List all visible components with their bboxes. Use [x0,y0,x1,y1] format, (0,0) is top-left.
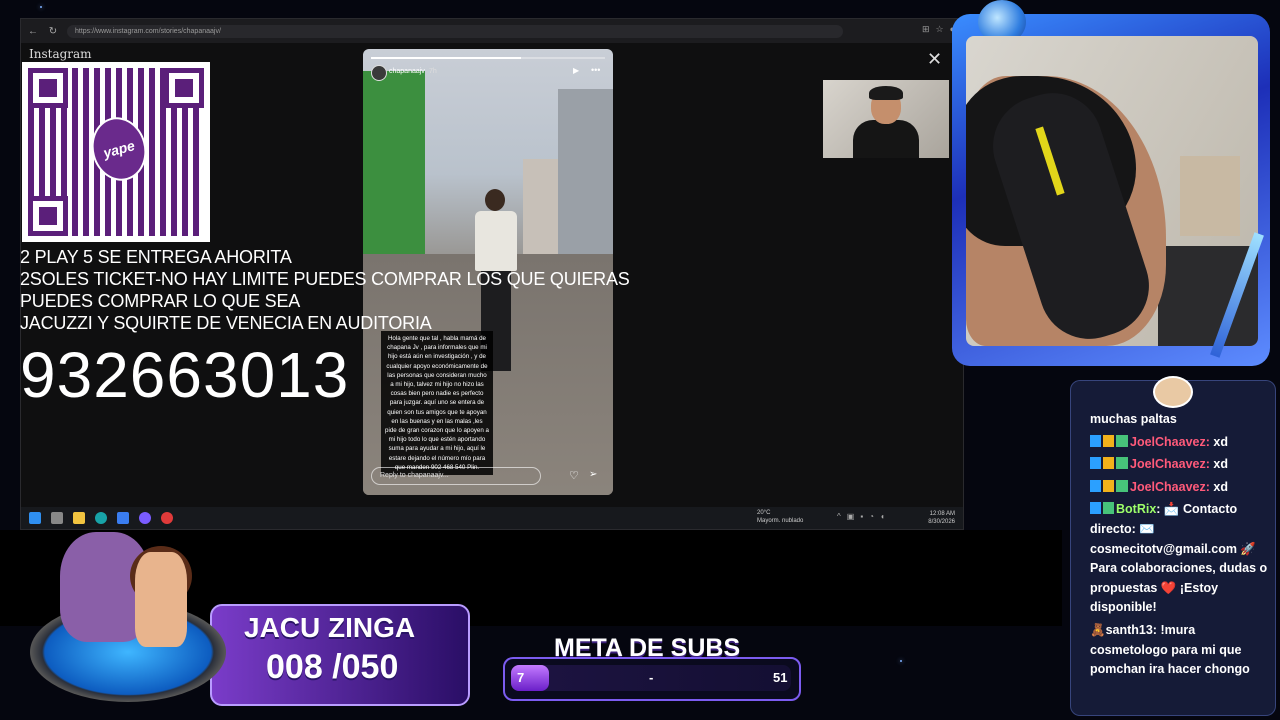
task-view-icon[interactable] [51,512,63,524]
wifi-icon[interactable]: ◔ [869,512,874,521]
windows-taskbar: 20°C Mayorm. nublado ^ ▣ ▪ ◔ ◖ 12:08 AM … [21,507,963,529]
chat-username[interactable]: JoelChaavez [1130,457,1206,471]
volume-icon[interactable]: ◖ [880,512,885,521]
story-time: 7h [429,68,437,75]
app-icon[interactable] [139,512,151,524]
start-icon[interactable] [29,512,41,524]
badge-icon [1090,434,1128,447]
star-decoration [900,660,902,662]
browser-toolbar: ← ↻ https://www.instagram.com/stories/ch… [21,19,963,43]
bookmark-star-icon[interactable]: ☆ [935,24,943,35]
story-progress-bar [371,57,605,59]
chat-message: muchas paltas [1090,410,1268,430]
close-icon[interactable]: ✕ [927,49,942,70]
clock-date: 8/30/2026 [928,519,955,525]
chat-text: xd [1213,457,1228,472]
promo-line: 2SOLES TICKET-NO HAY LIMITE PUEDES COMPR… [20,269,630,289]
mini-webcam [823,80,949,158]
weather-desc: Mayorm. nublado [757,518,804,524]
story-username[interactable]: chapanaajv [389,68,425,75]
file-explorer-icon[interactable] [73,512,85,524]
sub-goal-current: 7 [517,670,525,685]
tray-icon[interactable]: ▪ [860,512,863,521]
promo-line: PUEDES COMPRAR LO QUE SEA [20,291,301,311]
app-icon[interactable] [117,512,129,524]
story-photo-building [523,159,558,259]
extensions-icon[interactable]: ⊞ [922,24,930,35]
avatar[interactable] [371,65,387,81]
chat-text: xd [1213,479,1228,494]
promo-line: JACUZZI Y SQUIRTE DE VENECIA EN AUDITORI… [20,313,432,333]
app-icon[interactable] [161,512,173,524]
reload-icon[interactable]: ↻ [47,26,59,37]
phone-number: 932663013 [20,339,350,411]
chat-message: JoelChaavez: xd [1090,433,1268,453]
address-bar[interactable]: https://www.instagram.com/stories/chapan… [67,24,843,38]
weather-temp: 20°C [757,510,771,516]
back-icon[interactable]: ← [27,26,39,37]
chat-username[interactable]: JoelChaavez [1130,480,1206,494]
badge-icon [1090,502,1114,515]
weather-widget[interactable]: 20°C Mayorm. nublado [757,509,803,525]
chat-text: xd [1213,434,1228,449]
play-icon[interactable]: ▶ [573,66,579,75]
chat-text: 📩 Contacto directo: ✉️ cosmecitotv@gmail… [1090,502,1268,615]
hippo-jacuzzi-mascot [30,532,226,710]
chat-text: muchas paltas [1090,412,1177,426]
sub-goal-separator: - [649,670,654,685]
chat-message: JoelChaavez: xd [1090,478,1268,498]
sub-goal-target: 51 [773,670,788,685]
promo-line: 2 PLAY 5 SE ENTREGA AHORITA [20,247,292,267]
chevron-up-icon[interactable]: ^ [837,512,841,521]
story-photo-building [363,71,425,256]
hamster-mascot-icon [1153,376,1193,408]
jacuzzi-title: JACU ZINGA [244,612,416,643]
badge-icon [1090,479,1128,492]
chat-username[interactable]: BotRix [1116,502,1156,516]
reply-input[interactable]: Reply to chapanaajv... [371,467,541,485]
streamer-webcam [966,36,1258,346]
chat-message: JoelChaavez: xd [1090,455,1268,475]
sub-goal-progress-bar: 7 - 51 [503,657,801,701]
edge-icon[interactable] [95,512,107,524]
clock-time: 12:08 AM [929,511,955,517]
chat-message: BotRix: 📩 Contacto directo: ✉️ cosmecito… [1090,502,1268,615]
chat-username[interactable]: JoelChaavez [1130,435,1206,449]
jacuzzi-count: 008 /050 [266,648,399,686]
badge-icon [1090,457,1128,470]
chat-message: 🧸santh13: !mura cosmetologo para mi que … [1090,621,1268,680]
chat-messages: muchas paltas JoelChaavez: xd JoelChaave… [1090,410,1268,683]
story-photo-building [558,89,613,259]
instagram-logo[interactable]: Instagram [29,47,92,61]
taskbar-clock[interactable]: 12:08 AM 8/30/2026 [928,510,955,526]
chat-text: 🧸santh13: !mura cosmetologo para mi que … [1090,622,1250,677]
star-decoration [40,6,42,8]
tray-icon[interactable]: ▣ [847,512,855,521]
yape-qr-code: yape [22,62,210,242]
story-caption: Hola gente que tal , habla mamá de chapa… [381,331,493,476]
send-icon[interactable]: ➢ [589,469,597,480]
heart-icon[interactable]: ♡ [569,469,579,482]
more-options-icon[interactable]: ••• [591,65,600,75]
system-tray: ^ ▣ ▪ ◔ ◖ [837,512,885,521]
